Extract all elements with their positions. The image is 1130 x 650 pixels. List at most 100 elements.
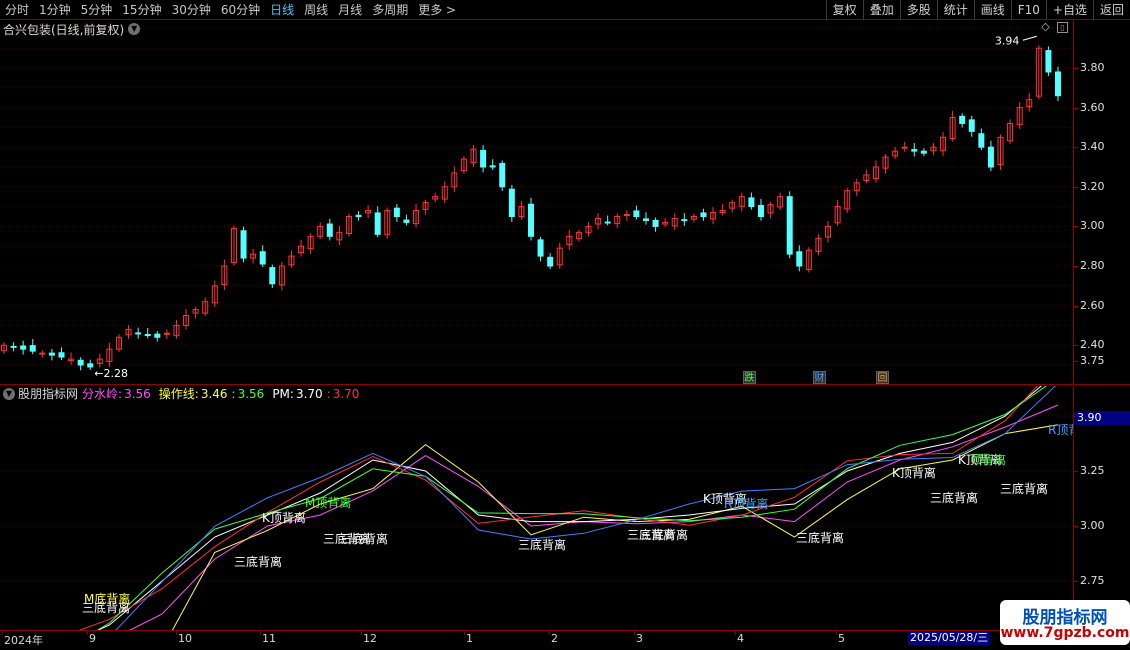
period-tab[interactable]: 月线	[333, 0, 367, 20]
chevron-down-icon[interactable]: ▼	[3, 387, 15, 400]
candlestick-chart[interactable]: 3.94 ←2.28	[0, 20, 1073, 384]
candle	[796, 245, 803, 272]
date-tick: 12	[363, 632, 377, 645]
candle	[997, 134, 1004, 170]
candle	[192, 306, 199, 319]
tool-button[interactable]: 画线	[973, 0, 1011, 20]
candle-body	[920, 150, 927, 154]
price-tick: 3.40	[1080, 140, 1105, 154]
candle	[1026, 93, 1033, 112]
candle-body	[901, 146, 908, 149]
candle	[642, 212, 649, 225]
candle	[547, 253, 554, 269]
candle-body	[978, 133, 985, 148]
candle	[604, 215, 611, 226]
candle	[298, 239, 305, 257]
tick-mark	[1074, 266, 1078, 267]
tick-mark	[1074, 107, 1078, 109]
period-tab[interactable]: 5分钟	[76, 0, 118, 20]
candle	[968, 115, 975, 137]
candle-body	[48, 352, 55, 356]
tick-mark	[464, 631, 465, 635]
indicator-name: 股朋指标网	[18, 387, 79, 401]
candle-body	[355, 214, 362, 217]
candle	[767, 201, 774, 219]
candle	[719, 204, 726, 216]
period-tab[interactable]: 多周期	[367, 0, 413, 20]
diamond-icon[interactable]: ◇	[1040, 21, 1051, 33]
low-label: ←2.28	[94, 367, 128, 380]
tick-mark	[176, 631, 177, 635]
period-tab[interactable]: 日线	[265, 0, 299, 20]
indicator-line	[97, 386, 1043, 630]
tick-mark	[1074, 471, 1078, 472]
operation-line-value: 3.46	[200, 386, 228, 401]
candle	[585, 222, 592, 237]
divergence-label: K顶背离	[892, 465, 936, 480]
candle	[259, 245, 266, 267]
period-tab[interactable]: 更多 >	[413, 0, 461, 20]
date-tick: 4	[737, 632, 744, 645]
tool-button[interactable]: F10	[1010, 0, 1046, 20]
candle-body	[987, 146, 994, 168]
divergence-label: 三底背离	[234, 554, 282, 569]
candle-body	[326, 223, 333, 237]
period-tab[interactable]: 1分钟	[34, 0, 76, 20]
candle-body	[39, 352, 46, 355]
indicator-line	[171, 424, 1059, 630]
candle	[202, 297, 209, 317]
candle	[920, 148, 927, 157]
candle	[144, 327, 151, 339]
period-tab[interactable]: 30分钟	[167, 0, 216, 20]
candle	[815, 234, 822, 256]
candle-body	[642, 218, 649, 221]
candle	[345, 213, 352, 237]
panel-toggle-icon[interactable]: ▯	[1057, 22, 1068, 33]
tick-mark	[1074, 361, 1078, 362]
candle	[566, 229, 573, 250]
candle	[39, 350, 46, 358]
event-marker-fall[interactable]: 跌	[743, 371, 756, 384]
candle	[365, 205, 372, 219]
tool-button[interactable]: 复权	[825, 0, 863, 20]
indicator-line	[78, 386, 1038, 630]
candle	[48, 348, 55, 361]
tool-button[interactable]: 统计	[936, 0, 974, 20]
candle	[317, 222, 324, 240]
candle	[614, 213, 621, 228]
period-tab[interactable]: 15分钟	[117, 0, 166, 20]
candle	[671, 213, 678, 231]
chevron-down-icon[interactable]: ▼	[128, 23, 141, 35]
candle	[623, 210, 630, 221]
candle	[393, 204, 400, 222]
indicator-tick: 3.75	[1080, 354, 1105, 367]
indicator-chart[interactable]: 三底背离M底背离三底背离K顶背离M顶背离三底背离三底背离 三底背离三底背离三底背离…	[0, 386, 1073, 630]
divergence-label: 三底背离	[518, 537, 566, 552]
event-marker-buyback[interactable]: 回	[876, 371, 889, 384]
candle-body	[499, 162, 506, 188]
indicator-line	[115, 386, 1056, 630]
period-tab[interactable]: 分时	[0, 0, 34, 20]
candle	[326, 218, 333, 241]
tool-button[interactable]: 返回	[1092, 0, 1130, 20]
candle	[230, 225, 237, 266]
candle	[834, 200, 841, 226]
candle-body	[393, 207, 400, 218]
tick-mark	[361, 631, 362, 635]
candle	[29, 339, 36, 355]
high-label: 3.94	[995, 34, 1020, 47]
tool-button[interactable]: 叠加	[862, 0, 900, 20]
tool-button[interactable]: +自选	[1045, 0, 1093, 20]
candle	[633, 205, 640, 220]
event-marker-finance[interactable]: 财	[813, 371, 826, 384]
candle	[106, 342, 113, 367]
tool-button[interactable]: 多股	[899, 0, 937, 20]
divergence-label: 三底背离	[640, 527, 688, 542]
candle	[96, 353, 103, 368]
candle-body	[528, 203, 534, 237]
tick-mark	[1074, 226, 1078, 228]
period-tab[interactable]: 60分钟	[216, 0, 265, 20]
period-tab[interactable]: 周线	[299, 0, 333, 20]
candle-body	[757, 204, 764, 218]
divergence-label: 三底背离	[1000, 481, 1048, 496]
